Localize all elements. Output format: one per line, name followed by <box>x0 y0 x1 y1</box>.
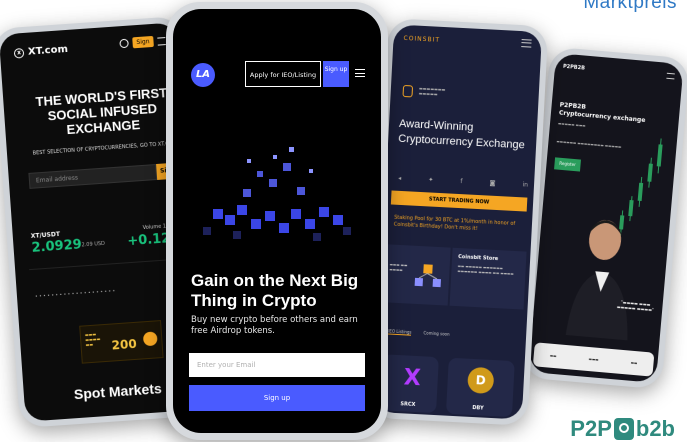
logo-text-left: P2P <box>570 416 612 441</box>
xt-signin-button[interactable]: Sign <box>132 35 154 49</box>
phone-notch <box>239 9 315 26</box>
coinsbit-feature-card[interactable]: ▬▬▬ ▬▬ ▬▬▬▬ <box>383 244 451 306</box>
bottom-item-2[interactable]: ▬▬▬ <box>588 357 598 362</box>
main-email-input[interactable]: Enter your Email <box>189 353 365 377</box>
coin-label-srcx: SRCX <box>400 401 416 409</box>
tab-coming-soon[interactable]: Coming soon <box>423 330 449 337</box>
coinsbit-brand[interactable]: COINSBIT <box>403 35 440 44</box>
store-card-title: Coinsbit Store <box>458 254 499 263</box>
coinsbit-title: Award-Winning Cryptocurrency Exchange <box>397 117 525 152</box>
p2pb2b-register-button[interactable]: Register <box>554 157 581 172</box>
social-links: ◂ ✦ f ◙ in <box>398 175 528 189</box>
coin-card-srcx[interactable]: X SRCX <box>380 354 439 414</box>
xt-divider <box>29 258 179 271</box>
xt-logo-icon: x <box>13 47 25 59</box>
medium-icon[interactable]: ◙ <box>489 180 495 187</box>
xt-email-input[interactable]: Email address <box>28 164 158 189</box>
apply-listing-button[interactable]: Apply for IEO/Listing <box>245 61 321 87</box>
store-card-text: ▬▬ ▬▬▬▬▬ ▬▬▬▬▬▬ ▬▬▬▬▬▬ ▬▬▬▬ ▬▬ ▬▬▬▬ <box>457 264 514 276</box>
xt-news-ticker: • • • • • • • • • • • • • • • • • • • • <box>34 289 116 300</box>
xt-subheadline: BEST SELECTION OF CRYPTOCURRENCIES, GO T… <box>32 140 178 157</box>
phone-main: LA Apply for IEO/Listing Sign up Gain on… <box>166 2 388 440</box>
xt-price: 2.0929 <box>31 237 83 256</box>
xt-header-actions: Sign <box>119 35 166 49</box>
main-screen: LA Apply for IEO/Listing Sign up Gain on… <box>173 9 381 433</box>
dby-icon: D <box>467 366 495 395</box>
menu-icon[interactable] <box>355 69 365 77</box>
xt-banner-text: ▬▬▬ ▬▬▬▬ ▬▬ <box>84 331 101 348</box>
xt-banner-number: 200 <box>111 336 138 353</box>
p2pb2b-logo: P2P b2b <box>570 416 675 442</box>
main-logo[interactable]: LA <box>191 63 215 87</box>
marktpreis-label: Marktpreis <box>583 0 677 13</box>
bottom-item-1[interactable]: ▬▬ <box>550 354 557 359</box>
award-icon <box>402 84 414 98</box>
main-subtext: Buy new crypto before others and earn fr… <box>191 315 358 336</box>
telegram-icon[interactable]: ◂ <box>398 175 401 182</box>
xt-logo[interactable]: x XT.com <box>13 43 69 59</box>
p2pb2b-brand[interactable]: P2PB2B <box>563 64 585 72</box>
linkedin-icon[interactable]: in <box>522 181 528 188</box>
p2pb2b-bottom-bar: ▬▬ ▬▬▬ ▬▬ <box>532 342 655 377</box>
logo-mark-icon <box>613 418 634 440</box>
main-headline: Gain on the Next Big Thing in Crypto <box>191 271 359 310</box>
phone-coinsbit: COINSBIT ▬▬▬▬▬▬▬ ▬▬▬▬▬ Award-Winning Cryp… <box>367 18 549 426</box>
coin-label-dby: DBY <box>472 405 484 412</box>
coinsbit-screen: COINSBIT ▬▬▬▬▬▬▬ ▬▬▬▬▬ Award-Winning Cryp… <box>373 24 543 420</box>
phone-p2pb2b: P2PB2B P2PB2B Cryptocurrency exchange ▬▬… <box>521 46 687 390</box>
p2pb2b-tagline: ▬▬▬▬▬ ▬▬▬ <box>557 121 586 128</box>
xt-promo-banner[interactable]: ▬▬▬ ▬▬▬▬ ▬▬ 200 <box>79 320 164 364</box>
logo-text-right: b2b <box>635 416 675 441</box>
feature-card-text: ▬▬▬ ▬▬ ▬▬▬▬ <box>389 262 408 272</box>
xt-logo-text: XT.com <box>27 43 69 58</box>
header-signup-button[interactable]: Sign up <box>323 61 349 87</box>
coinsbit-store-card[interactable]: Coinsbit Store ▬▬ ▬▬▬▬▬ ▬▬▬▬▬▬ ▬▬▬▬▬▬ ▬▬… <box>449 247 527 310</box>
staking-announcement[interactable]: Staking Pool for 30 BTC at 1%/month in h… <box>394 215 527 236</box>
xt-price-usd: 2.09 USD <box>81 240 106 249</box>
xt-spot-title: Spot Markets <box>73 380 163 403</box>
blocks-artwork <box>203 147 351 241</box>
spokesperson-image <box>565 220 628 341</box>
facebook-icon[interactable]: f <box>460 178 462 185</box>
xt-headline: THE WORLD'S FIRST SOCIAL INFUSED EXCHANG… <box>35 85 168 138</box>
srcx-icon: X <box>403 365 422 392</box>
bottom-item-3[interactable]: ▬▬ <box>631 361 638 366</box>
coinsbit-tabs: IEO Listings Coming soon <box>388 328 450 337</box>
main-signup-button[interactable]: Sign up <box>189 385 365 411</box>
menu-icon[interactable] <box>521 39 532 48</box>
coinsbit-award-text: ▬▬▬▬▬▬▬ ▬▬▬▬▬ <box>418 85 446 97</box>
coin-card-dby[interactable]: D DBY <box>445 357 515 418</box>
coin-icon <box>142 331 158 347</box>
search-icon[interactable] <box>119 38 129 49</box>
tab-ieo-listings[interactable]: IEO Listings <box>388 328 412 336</box>
start-trading-button[interactable]: START TRADING NOW <box>390 190 528 212</box>
p2pb2b-screen: P2PB2B P2PB2B Cryptocurrency exchange ▬▬… <box>528 53 684 383</box>
menu-icon[interactable] <box>157 36 166 46</box>
twitter-icon[interactable]: ✦ <box>428 176 433 183</box>
menu-icon[interactable] <box>666 72 675 80</box>
network-icon <box>414 264 441 288</box>
